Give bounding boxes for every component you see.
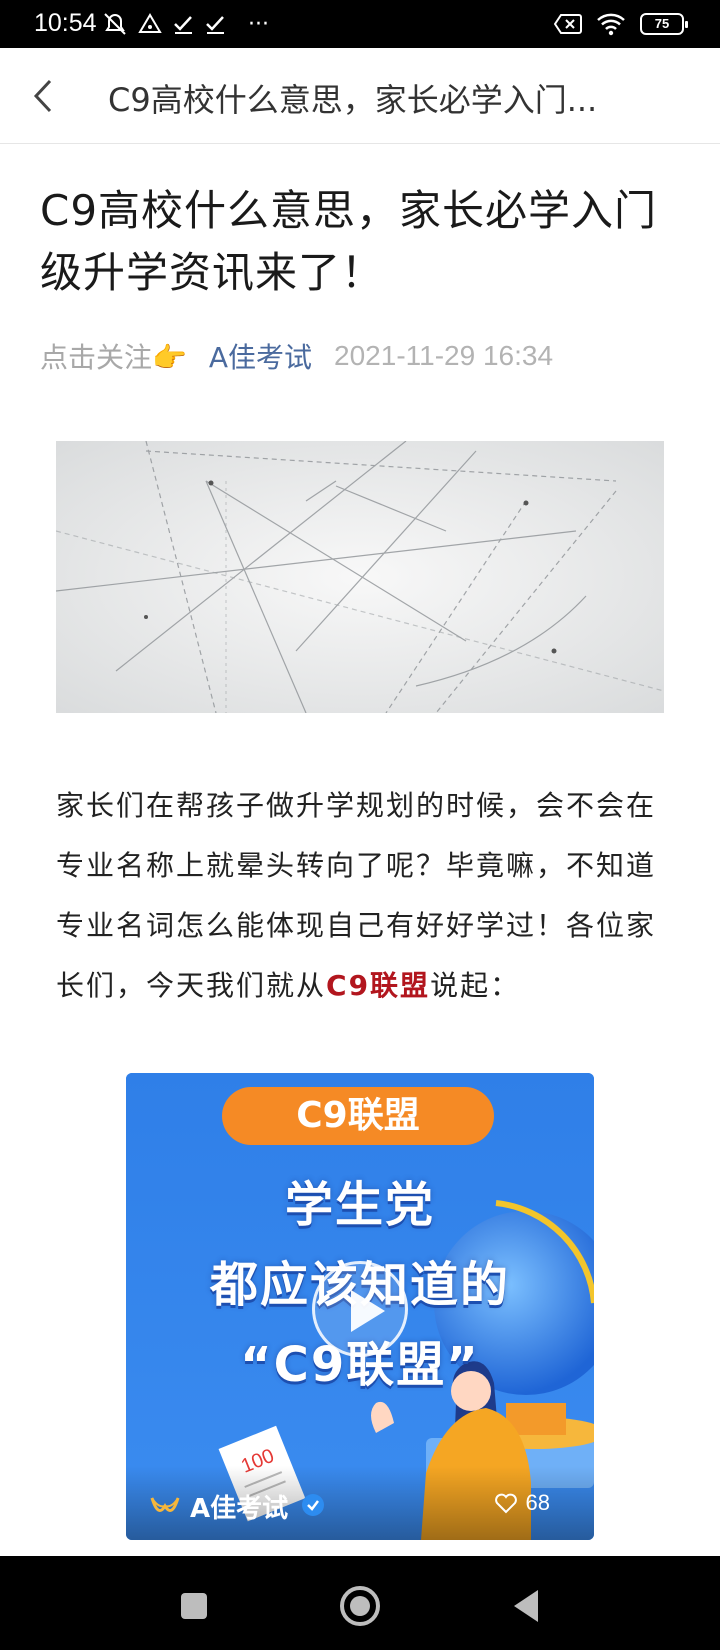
heart-icon bbox=[494, 1493, 517, 1514]
article-meta: 点击关注👉 A佳考试 2021-11-29 16:34 bbox=[40, 336, 700, 376]
check-icon bbox=[206, 16, 224, 34]
app-header: C9高校什么意思，家长必学入门... bbox=[0, 48, 720, 144]
status-time: 10:54 bbox=[34, 9, 97, 37]
channel-logo-icon bbox=[150, 1497, 180, 1512]
publish-time: 2021-11-29 16:34 bbox=[334, 340, 554, 371]
more-indicator: ··· bbox=[248, 11, 269, 37]
verified-icon bbox=[302, 1494, 324, 1516]
video-footer: A佳考试 68 bbox=[126, 1466, 594, 1540]
back-button[interactable] bbox=[20, 72, 68, 120]
chevron-left-icon bbox=[33, 79, 52, 113]
status-bar: 10:54 ··· 75 bbox=[0, 0, 720, 48]
status-icons-left: ··· bbox=[102, 10, 269, 38]
battery-icon: 75 bbox=[640, 13, 688, 35]
system-nav-bar bbox=[0, 1556, 720, 1650]
follow-button[interactable]: 点击关注👉 bbox=[40, 336, 187, 376]
like-button[interactable]: 68 bbox=[494, 1490, 550, 1516]
article-title: C9高校什么意思，家长必学入门级升学资讯来了！ bbox=[40, 186, 658, 297]
close-box-icon bbox=[554, 14, 582, 34]
status-icons-right: 75 bbox=[554, 10, 688, 38]
back-nav-button[interactable] bbox=[504, 1584, 548, 1628]
article-paragraph: 家长们在帮孩子做升学规划的时候，会不会在专业名称上就晕头转向了呢？毕竟嘛，不知道… bbox=[56, 776, 668, 1016]
video-card[interactable]: 100 C9联盟 学生党 都应该知道的 “C9联盟” A佳考试 68 bbox=[126, 1073, 594, 1540]
author-link[interactable]: A佳考试 bbox=[209, 336, 312, 376]
cover-line-1: 学生党 bbox=[284, 1177, 435, 1233]
highlight-c9: C9联盟 bbox=[326, 969, 431, 1002]
mute-icon bbox=[104, 13, 126, 35]
header-title: C9高校什么意思，家长必学入门... bbox=[108, 81, 598, 119]
home-button[interactable] bbox=[338, 1584, 382, 1628]
recents-button[interactable] bbox=[172, 1584, 216, 1628]
check-icon bbox=[174, 16, 192, 34]
like-count: 68 bbox=[525, 1490, 550, 1515]
play-icon bbox=[351, 1290, 385, 1332]
hero-image[interactable] bbox=[56, 441, 664, 713]
battery-level: 75 bbox=[654, 16, 670, 31]
channel-name[interactable]: A佳考试 bbox=[190, 1488, 288, 1525]
geometry-sketch-image bbox=[56, 441, 664, 713]
wifi-icon bbox=[597, 13, 625, 36]
paragraph-end: 说起： bbox=[430, 969, 521, 1002]
alert-icon bbox=[138, 13, 162, 33]
video-tag: C9联盟 bbox=[222, 1087, 494, 1145]
play-button[interactable] bbox=[312, 1261, 408, 1357]
